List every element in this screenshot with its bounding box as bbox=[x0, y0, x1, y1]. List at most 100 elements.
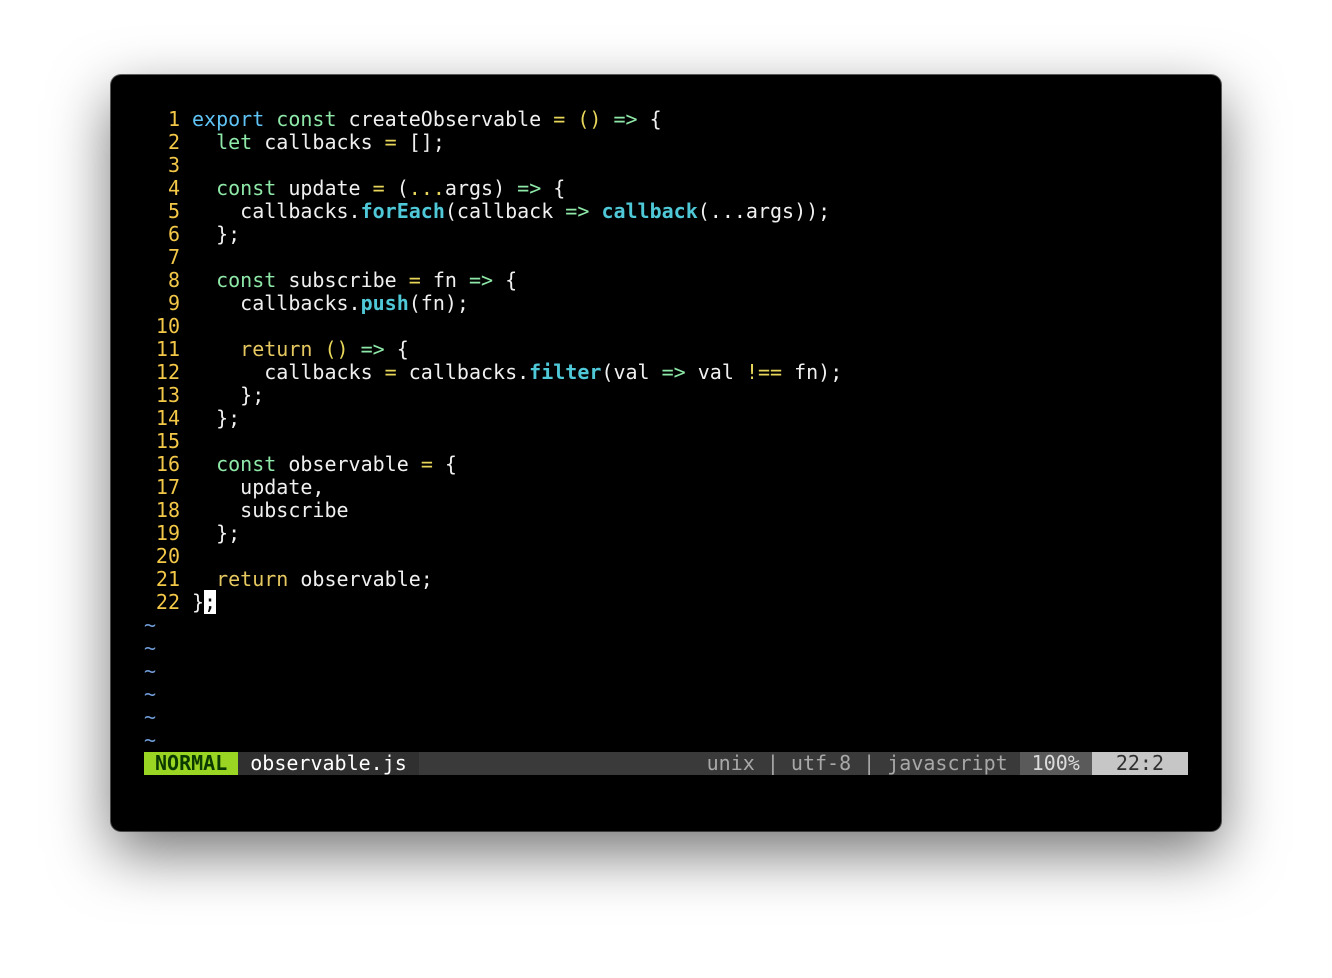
code-token: } bbox=[192, 590, 205, 614]
code-token: (...args)); bbox=[697, 199, 831, 223]
code-line[interactable]: 8 const subscribe = fn => { bbox=[144, 269, 842, 292]
code-token: => bbox=[517, 176, 542, 200]
text-cursor: ; bbox=[204, 590, 217, 614]
line-number: 15 bbox=[155, 429, 180, 453]
code-token: const bbox=[216, 268, 277, 292]
line-number: 4 bbox=[167, 176, 180, 200]
code-text: let callbacks = []; bbox=[192, 131, 445, 154]
vim-editor-buffer[interactable]: 1 export const createObservable = () => {… bbox=[144, 108, 842, 752]
code-token: { bbox=[493, 268, 518, 292]
code-token: => bbox=[661, 360, 686, 384]
statusline-spacer bbox=[418, 752, 695, 775]
line-number: 17 bbox=[155, 475, 180, 499]
line-number: 13 bbox=[155, 383, 180, 407]
empty-line-tilde: ~ bbox=[144, 636, 157, 660]
code-token: callbacks. bbox=[192, 199, 361, 223]
code-line[interactable]: 7 bbox=[144, 246, 842, 269]
code-text: const update = (...args) => { bbox=[192, 177, 565, 200]
code-line[interactable]: 17 update, bbox=[144, 476, 842, 499]
code-token: callbacks. bbox=[192, 291, 361, 315]
code-line[interactable]: 11 return () => { bbox=[144, 338, 842, 361]
code-token: subscribe bbox=[192, 498, 349, 522]
line-number: 11 bbox=[155, 337, 180, 361]
code-line[interactable]: 16 const observable = { bbox=[144, 453, 842, 476]
code-line[interactable]: 20 bbox=[144, 545, 842, 568]
code-line[interactable]: 1 export const createObservable = () => { bbox=[144, 108, 842, 131]
file-info: unix | utf-8 | javascript bbox=[694, 752, 1020, 775]
code-token: ( bbox=[384, 176, 409, 200]
code-token: update, bbox=[192, 475, 325, 499]
code-line[interactable]: 22}; bbox=[144, 590, 842, 614]
line-number: 10 bbox=[155, 314, 180, 338]
code-line[interactable]: 14 }; bbox=[144, 407, 842, 430]
code-line[interactable]: 13 }; bbox=[144, 384, 842, 407]
code-token: let bbox=[216, 130, 253, 154]
code-text: return () => { bbox=[192, 338, 409, 361]
code-text: update, bbox=[192, 476, 324, 499]
filename-label: observable.js bbox=[238, 752, 419, 775]
line-number: 22 bbox=[155, 590, 180, 614]
code-line[interactable]: 12 callbacks = callbacks.filter(val => v… bbox=[144, 361, 842, 384]
code-token: { bbox=[541, 176, 566, 200]
code-token: const bbox=[216, 176, 277, 200]
code-line[interactable]: 21 return observable; bbox=[144, 568, 842, 591]
code-token: (callback bbox=[444, 199, 566, 223]
code-token: { bbox=[384, 337, 409, 361]
code-token: callback bbox=[601, 199, 698, 223]
code-line[interactable]: 6 }; bbox=[144, 223, 842, 246]
code-line[interactable]: 9 callbacks.push(fn); bbox=[144, 292, 842, 315]
code-text: subscribe bbox=[192, 498, 349, 522]
code-token: createObservable bbox=[336, 107, 554, 131]
cursor-position: 22:2 bbox=[1091, 752, 1188, 775]
code-token: forEach bbox=[360, 199, 445, 223]
code-line[interactable]: 2 let callbacks = []; bbox=[144, 131, 842, 154]
code-line[interactable]: 15 bbox=[144, 430, 842, 453]
code-line[interactable]: 3 bbox=[144, 154, 842, 177]
code-token: []; bbox=[396, 130, 445, 154]
code-token: observable; bbox=[288, 567, 433, 591]
code-token: args) bbox=[444, 176, 518, 200]
code-token: fn bbox=[420, 268, 469, 292]
code-line[interactable]: 10 bbox=[144, 315, 842, 338]
code-line[interactable]: 19 }; bbox=[144, 522, 842, 545]
code-token: () bbox=[577, 107, 602, 131]
code-token: return bbox=[240, 337, 313, 361]
code-text: }; bbox=[192, 522, 240, 545]
code-token: { bbox=[637, 107, 662, 131]
empty-line-tilde: ~ bbox=[144, 728, 157, 752]
line-number: 6 bbox=[167, 222, 180, 246]
line-number: 2 bbox=[167, 130, 180, 154]
code-token: = bbox=[420, 452, 433, 476]
code-token: export bbox=[192, 107, 265, 131]
code-text: }; bbox=[192, 223, 240, 246]
code-token: { bbox=[432, 452, 457, 476]
code-text: return observable; bbox=[192, 568, 433, 591]
empty-line-tilde: ~ bbox=[144, 682, 157, 706]
code-token: = bbox=[384, 130, 397, 154]
empty-line-tilde: ~ bbox=[144, 613, 157, 637]
code-line[interactable]: 4 const update = (...args) => { bbox=[144, 177, 842, 200]
vim-statusline: NORMAL observable.js unix | utf-8 | java… bbox=[144, 752, 1188, 775]
code-token: () bbox=[324, 337, 349, 361]
code-token: const bbox=[276, 107, 337, 131]
code-text: }; bbox=[192, 384, 264, 407]
code-token: callbacks bbox=[192, 360, 385, 384]
line-number: 7 bbox=[167, 245, 180, 269]
code-token: = bbox=[384, 360, 397, 384]
code-text: const observable = { bbox=[192, 453, 457, 476]
code-token: push bbox=[360, 291, 409, 315]
code-token: = bbox=[372, 176, 385, 200]
code-token: = bbox=[553, 107, 566, 131]
empty-line-tilde: ~ bbox=[144, 705, 157, 729]
line-number: 3 bbox=[167, 153, 180, 177]
code-line[interactable]: 5 callbacks.forEach(callback => callback… bbox=[144, 200, 842, 223]
code-line[interactable]: 18 subscribe bbox=[144, 499, 842, 522]
scroll-percent: 100% bbox=[1019, 752, 1092, 775]
